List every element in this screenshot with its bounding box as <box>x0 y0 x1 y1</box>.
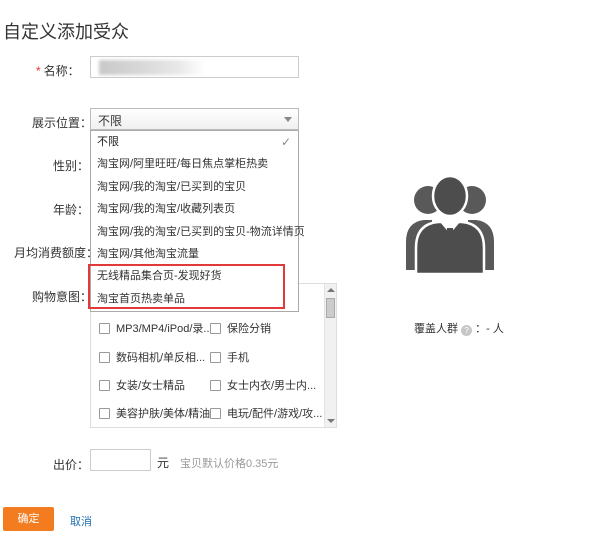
intent-item-label: MP3/MP4/iPod/录... <box>116 323 213 335</box>
intent-item[interactable]: 电玩/配件/游戏/攻... <box>210 405 322 421</box>
dropdown-option[interactable]: 淘宝网/阿里旺旺/每日焦点掌柜热卖 <box>91 153 298 175</box>
bid-input[interactable] <box>90 449 151 471</box>
intent-item-label: 保险分销 <box>227 323 271 335</box>
gender-label: 性别： <box>53 159 90 173</box>
question-icon[interactable]: ? <box>461 325 473 336</box>
coverage-label: 覆盖人群 <box>414 323 458 335</box>
confirm-button[interactable]: 确定 <box>3 507 54 531</box>
bid-hint: 宝贝默认价格0.35元 <box>180 458 279 470</box>
dropdown-option-label: 淘宝网/我的淘宝/已买到的宝贝-物流详情页 <box>97 225 305 238</box>
name-input[interactable] <box>90 56 299 78</box>
page-title: 自定义添加受众 <box>3 22 129 42</box>
checkbox[interactable] <box>210 351 221 363</box>
position-select[interactable]: 不限 <box>90 108 299 130</box>
position-selected-value: 不限 <box>98 114 123 128</box>
intent-item[interactable]: 数码相机/单反相... <box>99 349 205 365</box>
dropdown-option-label: 淘宝网/我的淘宝/已买到的宝贝 <box>97 180 247 193</box>
dropdown-option[interactable]: 淘宝网/我的淘宝/已买到的宝贝-物流详情页 <box>91 221 305 243</box>
highlight-box <box>88 264 285 309</box>
monthly-spend-label: 月均消费额度： <box>14 246 99 260</box>
checkbox[interactable] <box>99 407 110 419</box>
position-label: 展示位置： <box>32 116 93 130</box>
age-label: 年龄： <box>53 203 90 217</box>
intent-item[interactable]: 美容护肤/美体/精油 <box>99 405 210 421</box>
checkbox[interactable] <box>99 351 110 363</box>
intent-item-label: 电玩/配件/游戏/攻... <box>227 408 323 420</box>
checkbox[interactable] <box>210 322 221 334</box>
dropdown-option-label: 淘宝网/我的淘宝/收藏列表页 <box>97 203 236 216</box>
checkbox[interactable] <box>99 379 110 391</box>
required-mark: * <box>36 64 41 78</box>
scroll-thumb[interactable] <box>326 298 335 318</box>
coverage-info: 覆盖人群 ? ：- 人 <box>414 320 504 336</box>
intent-item[interactable]: 女装/女士精品 <box>99 377 185 393</box>
scrollbar[interactable] <box>324 284 336 427</box>
intent-item[interactable]: 女士内衣/男士内... <box>210 377 316 393</box>
name-label: * 名称： <box>36 62 80 79</box>
shopping-intent-label: 购物意图： <box>32 290 93 304</box>
audience-group-icon <box>406 174 494 274</box>
intent-item[interactable]: MP3/MP4/iPod/录... <box>99 320 213 336</box>
dropdown-option[interactable]: 淘宝网/其他淘宝流量 <box>91 243 298 265</box>
name-redacted-value <box>99 60 204 75</box>
intent-item-label: 女装/女士精品 <box>116 380 186 392</box>
checkbox[interactable] <box>210 407 221 419</box>
check-icon: ✓ <box>280 135 291 149</box>
dropdown-option-label: 淘宝网/其他淘宝流量 <box>97 247 200 260</box>
bid-label: 出价： <box>53 458 90 472</box>
name-label-text: 名称： <box>43 64 80 78</box>
intent-item-label: 数码相机/单反相... <box>116 352 206 364</box>
intent-item[interactable]: 手机 <box>210 349 249 365</box>
scroll-up-icon[interactable] <box>327 288 335 292</box>
chevron-down-icon <box>284 117 292 122</box>
intent-item-label: 手机 <box>227 352 249 364</box>
dropdown-option[interactable]: 不限 ✓ <box>91 131 298 153</box>
bid-unit: 元 <box>157 456 170 470</box>
dropdown-option[interactable]: 淘宝网/我的淘宝/收藏列表页 <box>91 198 298 220</box>
intent-item-label: 美容护肤/美体/精油 <box>116 408 211 420</box>
dropdown-option-label: 不限 <box>97 136 119 148</box>
dropdown-option[interactable]: 淘宝网/我的淘宝/已买到的宝贝 <box>91 176 298 198</box>
coverage-value: ：- 人 <box>475 323 504 335</box>
dropdown-option-label: 淘宝网/阿里旺旺/每日焦点掌柜热卖 <box>97 158 269 171</box>
checkbox[interactable] <box>210 379 221 391</box>
scroll-down-icon[interactable] <box>327 419 335 423</box>
intent-item[interactable]: 保险分销 <box>210 320 271 336</box>
checkbox[interactable] <box>99 322 110 334</box>
intent-item-label: 女士内衣/男士内... <box>227 380 317 392</box>
cancel-button[interactable]: 取消 <box>70 513 92 529</box>
